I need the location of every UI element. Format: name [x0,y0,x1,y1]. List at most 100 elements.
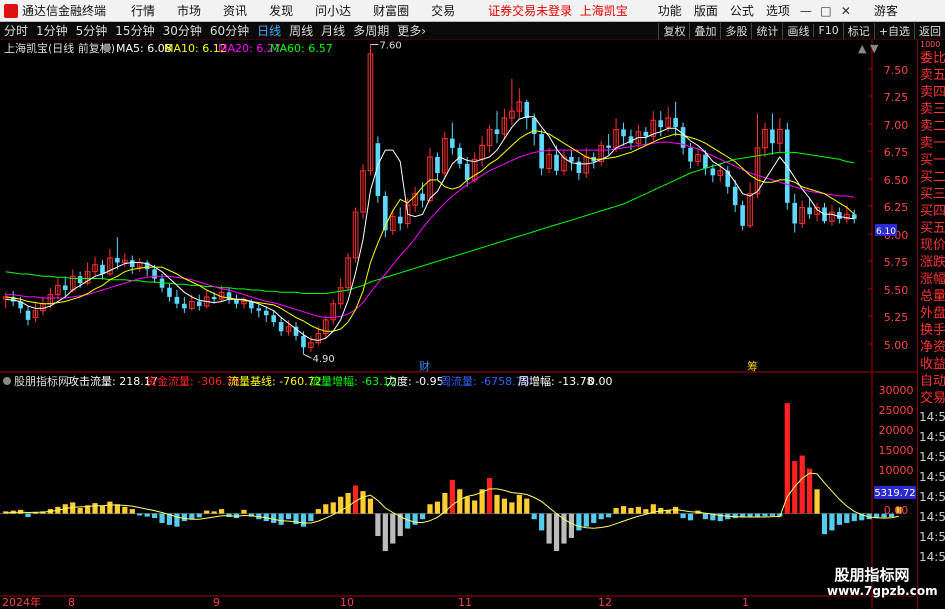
sidebar-earnings[interactable]: 收益 [918,356,945,373]
sidebar-change-pct[interactable]: 涨幅 [918,271,945,288]
period-monthly[interactable]: 月线 [317,22,349,39]
sidebar-buy2[interactable]: 买二 [918,169,945,186]
flow-bar [643,509,649,514]
period-15min[interactable]: 15分钟 [111,22,158,39]
sidebar-turnover[interactable]: 换手 [918,322,945,339]
period-more[interactable]: 更多› [393,22,430,39]
tool-back[interactable]: 返回 [914,22,945,39]
sidebar-buy4[interactable]: 买四 [918,203,945,220]
scroll-down-icon[interactable]: ▼ [870,42,879,55]
candle-body-down [770,129,775,144]
menu-hangqing[interactable]: 行情 [120,2,166,19]
flow-bar [390,513,396,544]
sidebar-sell5[interactable]: 卖五 [918,67,945,84]
sidebar-sell3[interactable]: 卖三 [918,101,945,118]
sidebar-volume[interactable]: 总量 [918,288,945,305]
flow-bar [352,485,359,514]
tool-fuquan[interactable]: 复权 [658,22,689,39]
tool-biaoji[interactable]: 标记 [842,22,874,39]
field-zero: 0.00 [588,375,613,388]
flow-bar [77,507,83,514]
flow-bar [807,468,813,514]
app-logo-icon [4,3,18,18]
flow-bar [218,509,225,514]
sidebar-trade[interactable]: 交易 [918,390,945,407]
menu-xuanxiang[interactable]: 选项 [760,2,796,19]
flow-bar [583,513,589,527]
sidebar-auto[interactable]: 自动 [918,373,945,390]
sidebar-price[interactable]: 现价 [918,237,945,254]
sidebar-net-assets[interactable]: 净资 [918,339,945,356]
settings-gear-icon[interactable] [103,44,111,52]
menu-faxian[interactable]: 发现 [258,2,304,19]
candle-body-down [710,168,716,176]
period-weekly[interactable]: 周线 [285,22,317,39]
field-weekly-increase: 周增幅: -13.78 [518,374,594,388]
tool-duogu[interactable]: 多股 [720,22,751,39]
menu-banmian[interactable]: 版面 [688,2,724,19]
tool-add-favorite[interactable]: +自选 [873,22,914,39]
menu-jiaoyi[interactable]: 交易 [420,2,466,19]
menu-zixun[interactable]: 资讯 [212,2,258,19]
period-30min[interactable]: 30分钟 [159,22,206,39]
period-60min[interactable]: 60分钟 [206,22,253,39]
period-1min[interactable]: 1分钟 [32,22,72,39]
menu-gongshi[interactable]: 公式 [724,2,760,19]
sidebar-sell4[interactable]: 卖四 [918,84,945,101]
candle-body-down [397,216,403,224]
candle-body-down [278,322,284,332]
sidebar-sell1[interactable]: 卖一 [918,135,945,152]
tool-tongji[interactable]: 统计 [751,22,782,39]
flow-bar [687,513,694,521]
current-flow-tag-text: 5319.72 [874,488,915,499]
menu-gongneng[interactable]: 功能 [652,2,688,19]
period-daily[interactable]: 日线 [253,22,285,39]
flow-bar [25,513,31,517]
tool-huaxian[interactable]: 画线 [782,22,813,39]
period-fenshi[interactable]: 分时 [0,22,32,39]
close-icon[interactable]: ✕ [836,4,856,18]
flow-bar [271,513,277,523]
tick-time-0: 14:56 [919,410,945,424]
app-title: 通达信金融终端 [22,4,107,18]
login-notice-text: 证券交易未登录 [488,4,573,18]
flow-bar [144,513,150,517]
flow-bar [285,513,292,520]
sidebar-sell2[interactable]: 卖二 [918,118,945,135]
sidebar-buy1[interactable]: 买一 [918,152,945,169]
menu-shichang[interactable]: 市场 [166,2,212,19]
guest-user[interactable]: 游客 [874,2,898,19]
scroll-up-icon[interactable]: ▲ [858,42,867,55]
event-marker-chou[interactable]: 筹 [747,359,758,373]
field-fund-flow: 资金流量: -306.78 [146,374,240,388]
y-tick-3: 6.75 [884,146,909,159]
menu-wenxiaoda[interactable]: 问小达 [304,2,362,19]
tool-diejia[interactable]: 叠加 [689,22,720,39]
minimize-icon[interactable]: — [796,4,816,18]
sidebar-weibi[interactable]: 委比 [918,50,945,67]
flow-bar [576,513,582,531]
period-5min[interactable]: 5分钟 [72,22,112,39]
flow-bar [553,513,560,552]
flow-tick-2: 20000 [879,424,914,437]
chart-canvas[interactable]: 上海凯宝(日线 前复权) MA5: 6.08 MA10: 6.12 MA20: … [0,40,917,609]
flow-bar [799,455,805,514]
flow-bar [196,513,202,518]
flow-bar [419,513,426,520]
flow-bar [598,513,604,520]
period-multi[interactable]: 多周期 [349,22,393,39]
menu-caifuquan[interactable]: 财富圈 [362,2,420,19]
ma60-label: MA60: 6.57 [270,42,333,55]
sidebar-outer[interactable]: 外盘 [918,305,945,322]
sidebar-change[interactable]: 涨跌 [918,254,945,271]
tool-f10[interactable]: F10 [813,24,842,37]
login-notice[interactable]: 证券交易未登录 上海凯宝 [488,2,628,19]
flow-bar [501,498,508,514]
date-tick-dec: 12 [598,596,612,609]
candle-body-down [249,301,254,309]
sidebar-buy5[interactable]: 买五 [918,220,945,237]
indicator-settings-icon[interactable] [3,377,11,385]
maximize-icon[interactable]: □ [816,4,836,18]
sidebar-buy3[interactable]: 买三 [918,186,945,203]
event-marker-cai[interactable]: 财 [419,359,430,373]
